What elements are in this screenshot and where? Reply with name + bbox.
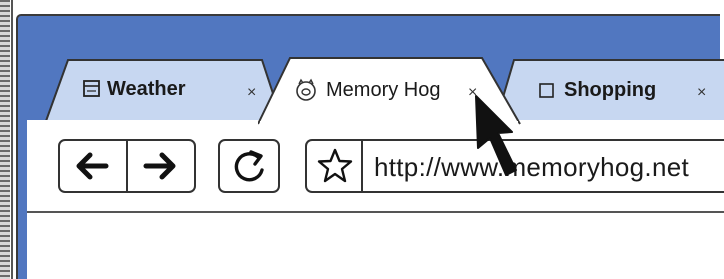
back-forward-buttons xyxy=(58,139,196,193)
back-button[interactable] xyxy=(60,141,126,191)
reload-icon xyxy=(234,150,264,182)
tab-weather-close-button[interactable]: × xyxy=(247,84,256,102)
page-icon xyxy=(539,83,554,98)
url-text: http://www.memoryhog.net xyxy=(374,152,689,182)
forward-button[interactable] xyxy=(128,141,194,191)
tab-weather-label: Weather xyxy=(107,78,186,100)
page-content-area xyxy=(27,213,724,279)
tab-shopping-label: Shopping xyxy=(564,79,657,101)
bookmark-star-button[interactable] xyxy=(307,141,363,191)
edge-line xyxy=(11,0,13,279)
reload-button[interactable] xyxy=(218,139,280,193)
tab-memory-hog-label: Memory Hog xyxy=(326,79,441,101)
star-icon xyxy=(317,148,353,183)
tab-shopping-close-button[interactable]: × xyxy=(697,84,706,102)
right-arrow-icon xyxy=(143,152,176,180)
left-arrow-icon xyxy=(76,152,109,180)
page-icon xyxy=(83,80,100,97)
perforated-edge xyxy=(0,0,10,279)
arrow-cursor-icon xyxy=(475,95,517,176)
pig-icon xyxy=(296,78,316,101)
